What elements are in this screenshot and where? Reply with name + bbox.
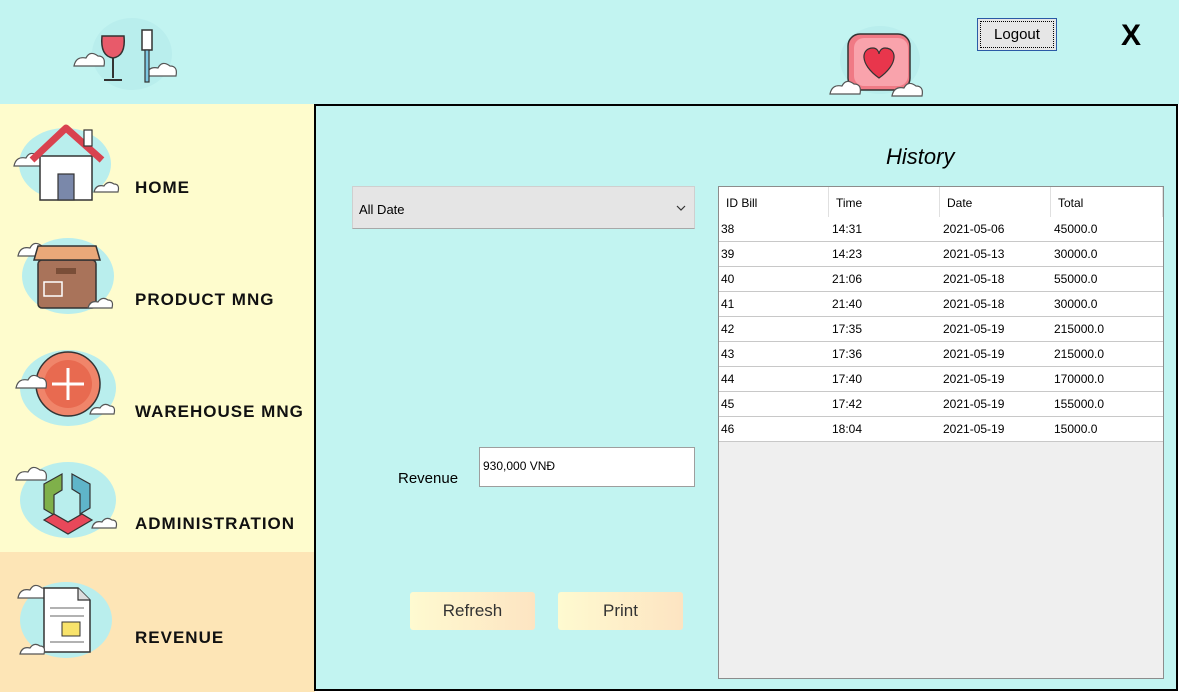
table-row[interactable]: 42 17:35 2021-05-19 215000.0	[719, 317, 1163, 342]
top-bar: Logout X	[0, 0, 1179, 104]
table-cell: 2021-05-06	[943, 222, 1005, 236]
sidebar: HOME PRODUCT MNG WAREHOUSE MNG ADMINISTR…	[0, 104, 315, 692]
table-cell: 14:31	[832, 222, 863, 236]
table-cell: 21:40	[832, 297, 863, 311]
table-cell: 18:04	[832, 422, 863, 436]
plus-circle-icon	[10, 342, 122, 428]
sidebar-item-label: WAREHOUSE MNG	[135, 402, 304, 421]
home-icon	[10, 118, 122, 204]
sidebar-item-label: ADMINISTRATION	[135, 514, 296, 533]
table-cell: 2021-05-13	[943, 247, 1005, 261]
refresh-button[interactable]: Refresh	[410, 592, 535, 630]
table-cell: 46	[721, 422, 735, 436]
history-title: History	[886, 144, 955, 169]
column-header-total[interactable]: Total	[1051, 187, 1163, 217]
table-cell: 45000.0	[1054, 222, 1098, 236]
table-cell: 41	[721, 297, 735, 311]
column-header-time[interactable]: Time	[829, 187, 940, 217]
table-row[interactable]: 40 21:06 2021-05-18 55000.0	[719, 267, 1163, 292]
print-button[interactable]: Print	[558, 592, 683, 630]
table-cell: 2021-05-19	[943, 347, 1005, 361]
table-cell: 17:42	[832, 397, 863, 411]
table-cell: 21:06	[832, 272, 863, 286]
history-table[interactable]: ID Bill Time Date Total 38 14:31 2021-05-0…	[718, 186, 1164, 679]
table-cell: 155000.0	[1054, 397, 1105, 411]
table-row[interactable]: 39 14:23 2021-05-13 30000.0	[719, 242, 1163, 267]
table-row[interactable]: 44 17:40 2021-05-19 170000.0	[719, 367, 1163, 392]
table-cell: 14:23	[832, 247, 863, 261]
table-cell: 44	[721, 372, 735, 386]
revenue-field[interactable]: 930,000 VNĐ	[479, 447, 695, 487]
table-cell: 17:40	[832, 372, 863, 386]
table-cell: 170000.0	[1054, 372, 1105, 386]
table-cell: 43	[721, 347, 735, 361]
document-icon	[10, 574, 122, 660]
table-cell: 39	[721, 247, 735, 261]
table-body: 38 14:31 2021-05-06 45000.0 39 14:23 2021-05-1…	[719, 217, 1163, 442]
table-row[interactable]: 46 18:04 2021-05-19 15000.0	[719, 417, 1163, 442]
sidebar-item-product-mng[interactable]: PRODUCT MNG	[0, 216, 315, 328]
column-header-id-bill[interactable]: ID Bill	[719, 187, 829, 217]
table-cell: 30000.0	[1054, 297, 1098, 311]
sidebar-item-revenue[interactable]: REVENUE	[0, 552, 315, 692]
table-cell: 30000.0	[1054, 247, 1098, 261]
table-cell: 17:36	[832, 347, 863, 361]
table-cell: 40	[721, 272, 735, 286]
close-button[interactable]: X	[1118, 18, 1144, 54]
sidebar-item-label: REVENUE	[135, 628, 225, 647]
sidebar-item-label: HOME	[135, 178, 190, 197]
sidebar-item-home[interactable]: HOME	[0, 104, 315, 216]
date-filter-select[interactable]: All Date	[352, 186, 695, 229]
box-icon	[10, 230, 122, 316]
table-cell: 2021-05-18	[943, 297, 1005, 311]
table-cell: 2021-05-19	[943, 397, 1005, 411]
heart-icon	[826, 24, 930, 102]
date-filter-value: All Date	[359, 202, 405, 217]
sidebar-item-administration[interactable]: ADMINISTRATION	[0, 440, 315, 552]
wine-fork-logo-icon	[70, 14, 180, 94]
table-cell: 2021-05-18	[943, 272, 1005, 286]
revenue-label: Revenue	[398, 470, 459, 487]
table-row[interactable]: 43 17:36 2021-05-19 215000.0	[719, 342, 1163, 367]
table-header: ID Bill Time Date Total	[719, 187, 1163, 217]
table-cell: 42	[721, 322, 735, 336]
column-header-date[interactable]: Date	[940, 187, 1051, 217]
table-cell: 55000.0	[1054, 272, 1098, 286]
revenue-panel: All Date Revenue 930,000 VNĐ Refresh Pri…	[314, 104, 1178, 691]
table-cell: 215000.0	[1054, 347, 1105, 361]
table-cell: 45	[721, 397, 735, 411]
table-row[interactable]: 38 14:31 2021-05-06 45000.0	[719, 217, 1163, 242]
sidebar-item-warehouse-mng[interactable]: WAREHOUSE MNG	[0, 328, 315, 440]
table-cell: 2021-05-19	[943, 322, 1005, 336]
table-cell: 15000.0	[1054, 422, 1098, 436]
table-cell: 17:35	[832, 322, 863, 336]
table-cell: 38	[721, 222, 735, 236]
table-row[interactable]: 41 21:40 2021-05-18 30000.0	[719, 292, 1163, 317]
table-cell: 2021-05-19	[943, 422, 1005, 436]
table-row[interactable]: 45 17:42 2021-05-19 155000.0	[719, 392, 1163, 417]
table-cell: 2021-05-19	[943, 372, 1005, 386]
table-cell: 215000.0	[1054, 322, 1105, 336]
sidebar-item-label: PRODUCT MNG	[135, 290, 275, 309]
logout-button[interactable]: Logout	[977, 18, 1057, 51]
admin-hexagon-icon	[10, 454, 122, 540]
chevron-down-icon	[672, 199, 690, 217]
